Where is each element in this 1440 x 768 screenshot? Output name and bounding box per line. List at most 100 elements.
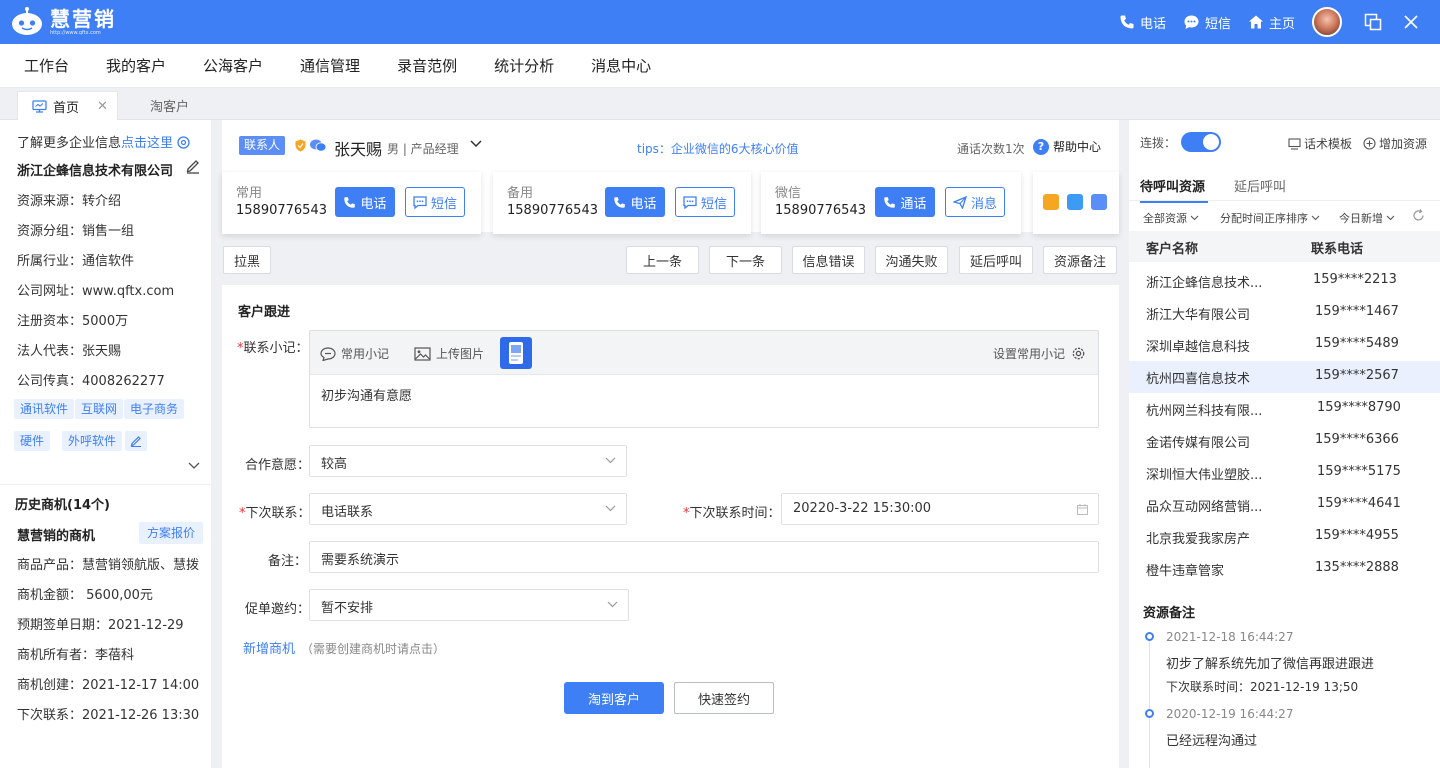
chevron-down-icon[interactable] — [188, 462, 200, 470]
phone-card-backup: 备用 15890776543 电话 短信 — [493, 172, 751, 234]
tag-outbound-software[interactable]: 外呼软件 — [62, 431, 123, 451]
remark-text: 已经远程沟通过 — [1166, 734, 1258, 749]
tag-internet[interactable]: 互联网 — [75, 399, 124, 419]
table-row[interactable]: 金诺传媒有限公司 159****6366 — [1129, 425, 1440, 457]
edit-pencil-icon — [130, 436, 141, 447]
upload-image-button[interactable]: 上传图片 — [414, 345, 484, 362]
table-row[interactable]: 橙牛违章管家 135****2888 — [1129, 553, 1440, 585]
qq-icon[interactable] — [1043, 194, 1059, 210]
tag-ecommerce[interactable]: 电子商务 — [124, 399, 185, 419]
chevron-down-icon — [1311, 215, 1320, 221]
info-error-button[interactable]: 信息错误 — [792, 246, 865, 274]
resource-remark-button[interactable]: 资源备注 — [1043, 246, 1117, 274]
top-sms-label: 短信 — [1204, 16, 1231, 32]
uploaded-image-thumbnail[interactable] — [500, 337, 532, 369]
call-button-label: 电话 — [630, 196, 657, 212]
nav-recording-examples[interactable]: 录音范例 — [397, 55, 457, 76]
app-url: http://www.qftx.com — [50, 29, 101, 36]
top-home-link[interactable]: 主页 — [1248, 13, 1295, 32]
mail-icon[interactable] — [1091, 194, 1107, 210]
filter-sort-order[interactable]: 分配时间正序排序 — [1220, 210, 1320, 226]
sms-icon — [413, 195, 427, 209]
table-row[interactable]: 深圳恒大伟业塑胶... 159****5175 — [1129, 457, 1440, 489]
coop-select[interactable]: 较高 — [309, 445, 627, 477]
sms-button-label: 短信 — [430, 196, 457, 212]
common-note-button[interactable]: 常用小记 — [320, 345, 389, 362]
phone-label: 微信 — [775, 186, 802, 201]
camera-icon[interactable] — [1067, 194, 1083, 210]
sms-button[interactable]: 短信 — [675, 187, 735, 217]
intro-link[interactable]: 点击这里 — [121, 136, 173, 151]
tips-link[interactable]: tips：企业微信的6大核心价值 — [637, 140, 799, 157]
image-thumbnail — [509, 342, 523, 364]
opp-field-expected-date: 预期签单日期：2021-12-29 — [17, 618, 184, 633]
row-phone: 159****4641 — [1317, 496, 1401, 511]
refresh-icon[interactable] — [1412, 209, 1425, 222]
at-icon[interactable] — [177, 136, 190, 149]
chevron-down-icon[interactable] — [470, 140, 482, 148]
nav-public-customers[interactable]: 公海客户 — [203, 55, 263, 76]
top-phone-link[interactable]: 电话 — [1119, 13, 1166, 32]
add-resource-link[interactable]: 增加资源 — [1363, 135, 1427, 152]
submit-tao-customer-button[interactable]: 淘到客户 — [564, 682, 664, 714]
prev-button[interactable]: 上一条 — [626, 246, 699, 274]
note-editor[interactable]: 常用小记 上传图片 设置常用小记 初步沟通有意愿 — [309, 330, 1099, 428]
comm-failed-button[interactable]: 沟通失败 — [875, 246, 948, 274]
tab-pending-calls[interactable]: 待呼叫资源 — [1140, 176, 1209, 203]
set-common-note-button[interactable]: 设置常用小记 — [993, 345, 1091, 362]
nav-my-customers[interactable]: 我的客户 — [106, 55, 166, 76]
filter-today-new[interactable]: 今日新增 — [1339, 210, 1395, 226]
resource-remarks-title: 资源备注 — [1143, 606, 1196, 621]
table-row[interactable]: 品众互动网络营销... 159****4641 — [1129, 489, 1440, 521]
nav-statistics[interactable]: 统计分析 — [494, 55, 554, 76]
plan-quote-button[interactable]: 方案报价 — [139, 522, 204, 544]
user-avatar[interactable] — [1312, 7, 1342, 37]
quick-sign-button[interactable]: 快速签约 — [674, 682, 774, 714]
auto-dial-label: 连拨： — [1140, 136, 1177, 150]
app-logo[interactable]: 慧营销 http://www.qftx.com — [10, 7, 116, 37]
table-row[interactable]: 深圳卓越信息科技 159****5489 — [1129, 329, 1440, 361]
window-switch-icon[interactable] — [1364, 13, 1382, 31]
next-button[interactable]: 下一条 — [709, 246, 782, 274]
opp-field-created: 商机创建：2021-12-17 14:00 — [17, 678, 200, 693]
tag-hardware[interactable]: 硬件 — [14, 431, 51, 451]
blacklist-button[interactable]: 拉黑 — [223, 246, 271, 274]
sms-button[interactable]: 短信 — [405, 187, 465, 217]
opp-field-owner: 商机所有者：李蓓科 — [17, 648, 135, 663]
script-template-link[interactable]: 话术模板 — [1288, 135, 1352, 152]
filter-all-resources[interactable]: 全部资源 — [1143, 210, 1199, 226]
call-button[interactable]: 电话 — [605, 187, 665, 217]
help-center-link[interactable]: ? 帮助中心 — [1033, 138, 1101, 155]
tag-comm-software[interactable]: 通讯软件 — [14, 399, 75, 419]
phone-number: 15890776543 — [775, 203, 866, 218]
table-row[interactable]: 浙江企蜂信息技术... 159****2213 — [1129, 265, 1440, 297]
call-button[interactable]: 电话 — [335, 187, 395, 217]
next-time-picker[interactable]: 20220-3-22 15:30:00 — [781, 493, 1099, 525]
message-button[interactable]: 消息 — [945, 187, 1005, 217]
table-row[interactable]: 北京我爱我家房产 159****4955 — [1129, 521, 1440, 553]
promo-select[interactable]: 暂不安排 — [309, 589, 629, 621]
delay-call-button[interactable]: 延后呼叫 — [959, 246, 1033, 274]
next-contact-select[interactable]: 电话联系 — [309, 493, 627, 525]
tab-home[interactable]: 首页 ✕ — [17, 91, 118, 120]
top-sms-link[interactable]: 短信 — [1183, 13, 1231, 32]
add-opportunity-link[interactable]: 新增商机 — [243, 642, 295, 657]
tab-delayed-calls[interactable]: 延后呼叫 — [1234, 176, 1286, 195]
chevron-down-icon — [1386, 215, 1395, 221]
tab-tao-customer[interactable]: 淘客户 — [150, 91, 189, 120]
auto-dial-toggle[interactable] — [1181, 132, 1221, 152]
tag-edit-button[interactable] — [125, 431, 147, 451]
nav-communication[interactable]: 通信管理 — [300, 55, 360, 76]
table-row[interactable]: 浙江大华有限公司 159****1467 — [1129, 297, 1440, 329]
row-customer-name: 杭州四喜信息技术 — [1146, 372, 1251, 387]
remark-input[interactable]: 需要系统演示 — [309, 541, 1099, 573]
table-row-selected[interactable]: 杭州四喜信息技术 159****2567 — [1129, 361, 1440, 393]
edit-pencil-icon[interactable] — [185, 158, 201, 174]
tab-close-icon[interactable]: ✕ — [97, 99, 108, 114]
filter-label: 分配时间正序排序 — [1220, 212, 1308, 225]
table-row[interactable]: 杭州网兰科技有限... 159****8790 — [1129, 393, 1440, 425]
wechat-call-button[interactable]: 通话 — [875, 187, 935, 217]
close-icon[interactable] — [1404, 15, 1418, 29]
nav-message-center[interactable]: 消息中心 — [591, 55, 651, 76]
nav-workbench[interactable]: 工作台 — [24, 55, 69, 76]
